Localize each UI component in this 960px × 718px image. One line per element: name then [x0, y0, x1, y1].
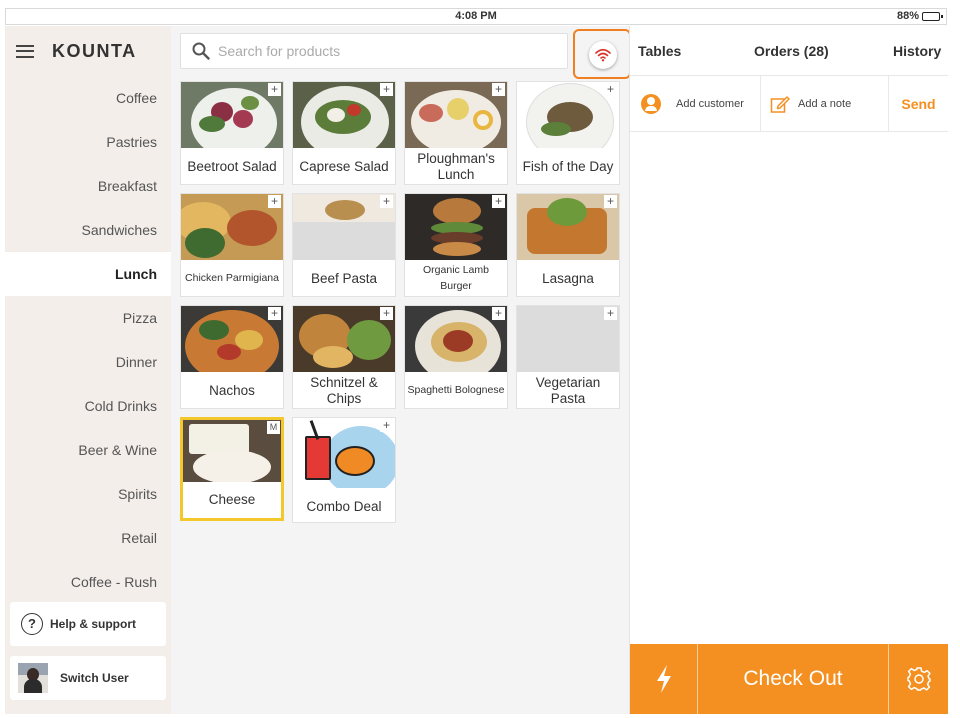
category-dinner[interactable]: Dinner: [5, 340, 171, 384]
product-tile-nachos[interactable]: + Nachos: [180, 305, 284, 409]
edit-note-icon: [770, 96, 790, 113]
connection-status-highlight: [573, 29, 631, 79]
switch-user-label: Switch User: [60, 671, 129, 685]
category-cold-drinks[interactable]: Cold Drinks: [5, 384, 171, 428]
product-tile-caprese-salad[interactable]: + Caprese Salad: [292, 81, 396, 185]
product-tile-ploughmans-lunch[interactable]: + Ploughman's Lunch: [404, 81, 508, 185]
help-icon: ?: [21, 613, 43, 635]
category-pizza[interactable]: Pizza: [5, 296, 171, 340]
add-note-label: Add a note: [798, 98, 852, 110]
product-tile-schnitzel-chips[interactable]: + Schnitzel & Chips: [292, 305, 396, 409]
product-tile-beetroot-salad[interactable]: + Beetroot Salad: [180, 81, 284, 185]
product-badge: +: [604, 195, 617, 208]
category-retail[interactable]: Retail: [5, 516, 171, 560]
lightning-icon: [656, 665, 671, 693]
product-badge: +: [492, 195, 505, 208]
switch-user-button[interactable]: Switch User: [10, 656, 166, 700]
order-tabs: Tables Orders (28) History: [630, 26, 948, 76]
status-time: 4:08 PM: [455, 10, 497, 22]
product-badge: +: [268, 307, 281, 320]
product-tile-beef-pasta[interactable]: + Beef Pasta: [292, 193, 396, 297]
product-tile-fish-of-the-day[interactable]: + Fish of the Day: [516, 81, 620, 185]
tab-tables[interactable]: Tables: [638, 43, 681, 59]
status-bar: 4:08 PM 88%: [5, 8, 947, 25]
product-badge: M: [267, 421, 280, 434]
product-name: Spaghetti Bolognese: [407, 383, 505, 396]
checkout-button[interactable]: Check Out: [698, 644, 888, 714]
product-tile-combo-deal[interactable]: + Combo Deal: [292, 417, 396, 523]
category-sidebar: KOUNTA Coffee Pastries Breakfast Sandwic…: [5, 26, 171, 714]
battery-icon: [922, 11, 943, 21]
checkout-bar: Check Out: [630, 644, 948, 714]
product-name: Nachos: [209, 382, 255, 398]
send-button[interactable]: Send: [888, 76, 948, 132]
category-beer-wine[interactable]: Beer & Wine: [5, 428, 171, 472]
product-tile-spaghetti-bolognese[interactable]: + Spaghetti Bolognese: [404, 305, 508, 409]
brand-header: KOUNTA: [5, 26, 171, 76]
product-badge: +: [604, 83, 617, 96]
category-spirits[interactable]: Spirits: [5, 472, 171, 516]
product-name: Vegetarian Pasta: [535, 374, 601, 406]
order-actions: Add customer Add a note Send: [630, 76, 948, 132]
hamburger-menu-icon[interactable]: [16, 44, 34, 58]
customer-icon: [641, 94, 661, 114]
category-lunch[interactable]: Lunch: [5, 252, 171, 296]
product-name: Ploughman's Lunch: [417, 150, 495, 182]
product-name: Fish of the Day: [522, 158, 614, 174]
product-badge: +: [380, 195, 393, 208]
search-bar: [180, 33, 568, 69]
category-coffee[interactable]: Coffee: [5, 76, 171, 120]
add-customer-label: Add customer: [676, 98, 744, 110]
tab-history[interactable]: History: [893, 43, 941, 59]
product-name: Cheese: [208, 492, 256, 508]
user-avatar: [18, 663, 48, 693]
search-icon: [192, 42, 210, 60]
product-badge: +: [268, 83, 281, 96]
product-badge: +: [492, 83, 505, 96]
order-panel: Tables Orders (28) History Add customer …: [629, 26, 948, 714]
product-tile-lasagna[interactable]: + Lasagna: [516, 193, 620, 297]
checkout-settings-button[interactable]: [888, 644, 948, 714]
gear-icon: [906, 667, 931, 691]
product-name: Schnitzel & Chips: [310, 374, 378, 406]
category-coffee-rush[interactable]: Coffee - Rush: [5, 560, 171, 604]
product-badge: +: [380, 83, 393, 96]
product-tile-organic-lamb-burger[interactable]: + Organic Lamb Burger: [404, 193, 508, 297]
product-name: Caprese Salad: [299, 158, 389, 174]
product-name: Combo Deal: [306, 498, 382, 514]
product-name: Beetroot Salad: [187, 158, 277, 174]
battery-percent: 88%: [896, 10, 919, 22]
battery-indicator: 88%: [896, 10, 943, 22]
tab-orders[interactable]: Orders (28): [754, 43, 829, 59]
category-list: Coffee Pastries Breakfast Sandwiches Lun…: [5, 76, 171, 604]
product-name: Lasagna: [542, 270, 594, 286]
product-badge: +: [380, 419, 393, 432]
add-note-button[interactable]: Add a note: [760, 76, 888, 132]
product-grid-area: + Beetroot Salad + Caprese Salad + Ploug…: [171, 26, 631, 714]
category-breakfast[interactable]: Breakfast: [5, 164, 171, 208]
product-badge: +: [268, 195, 281, 208]
add-customer-button[interactable]: Add customer: [630, 76, 760, 132]
help-support-label: Help & support: [50, 617, 136, 631]
product-name: Organic Lamb Burger: [423, 263, 489, 292]
product-tile-vegetarian-pasta[interactable]: + Vegetarian Pasta: [516, 305, 620, 409]
quick-pay-button[interactable]: [630, 644, 698, 714]
connection-status-button[interactable]: [589, 41, 617, 69]
brand-logo: KOUNTA: [52, 40, 137, 61]
category-pastries[interactable]: Pastries: [5, 120, 171, 164]
product-tile-chicken-parmigiana[interactable]: + Chicken Parmigiana: [180, 193, 284, 297]
wifi-icon: [595, 48, 611, 62]
product-name: Chicken Parmigiana: [185, 271, 279, 284]
search-input[interactable]: [218, 43, 548, 59]
product-badge: +: [380, 307, 393, 320]
product-name: Beef Pasta: [310, 270, 378, 286]
product-badge: +: [604, 307, 617, 320]
category-sandwiches[interactable]: Sandwiches: [5, 208, 171, 252]
product-tile-cheese[interactable]: M Cheese: [180, 417, 284, 521]
product-badge: +: [492, 307, 505, 320]
help-support-button[interactable]: ? Help & support: [10, 602, 166, 646]
